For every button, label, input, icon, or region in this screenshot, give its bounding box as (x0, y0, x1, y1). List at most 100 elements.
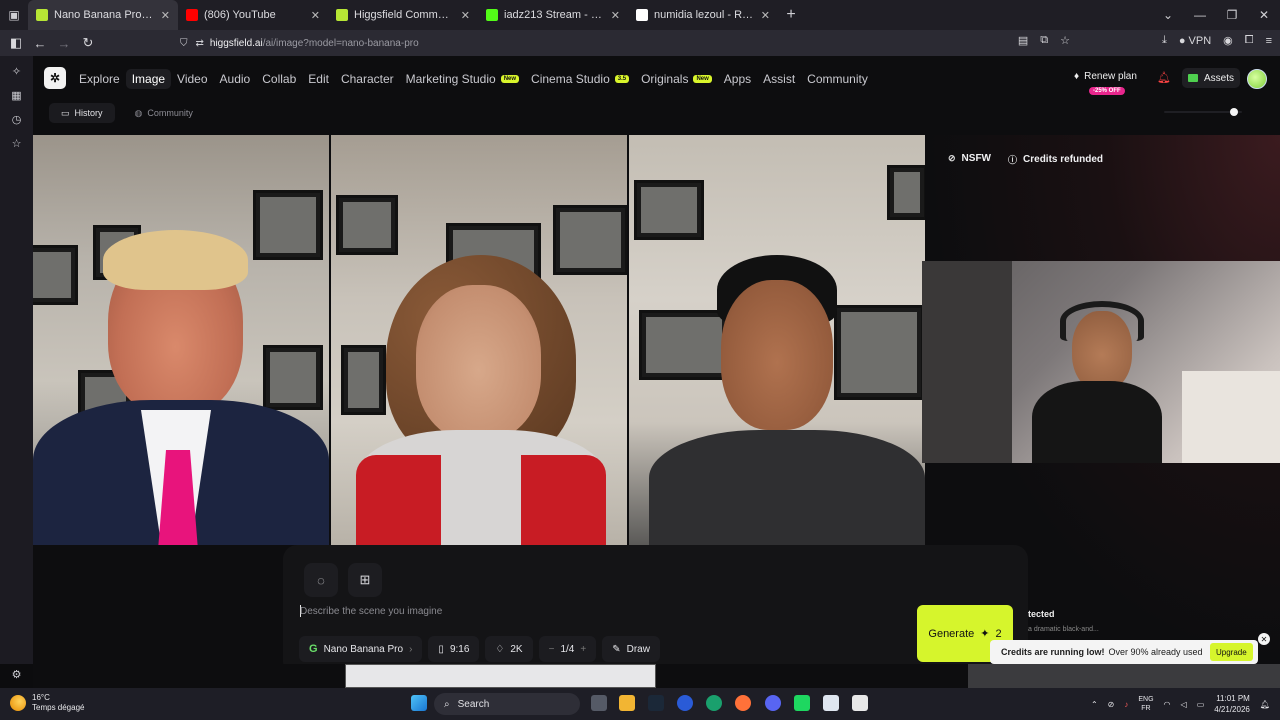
restore-button[interactable]: ❐ (1216, 8, 1248, 22)
nav-explore[interactable]: Explore (73, 69, 126, 89)
higgsfield-logo[interactable]: ✲ (44, 67, 66, 89)
prompt-input[interactable]: Describe the scene you imagine (300, 606, 442, 617)
sidebar-toggle-icon[interactable]: ◧ (4, 35, 28, 51)
generated-image-2[interactable] (331, 135, 627, 545)
nav-character[interactable]: Character (335, 69, 400, 89)
assets-button[interactable]: Assets (1182, 68, 1241, 88)
ai-chat-icon[interactable]: ✧ (0, 59, 33, 83)
discord-icon[interactable] (765, 695, 781, 711)
address-bar[interactable]: ⛉ ⇄ higgsfield.ai/ai/image?model=nano-ba… (180, 34, 419, 52)
xbox-icon[interactable] (706, 695, 722, 711)
taskbar-search[interactable]: ⌕ Search (434, 693, 580, 715)
nav-apps[interactable]: Apps (718, 69, 757, 89)
firefox-icon[interactable] (735, 695, 751, 711)
tab-list-icon[interactable]: ▣ (0, 0, 28, 30)
extensions-icon[interactable]: ⧠ (1245, 34, 1254, 47)
app-icon[interactable] (677, 695, 693, 711)
higgsfield-app: ✲ Explore Image Video Audio Collab Edit Charac… (33, 56, 1280, 664)
new-tab-button[interactable]: + (778, 6, 804, 24)
quality-label: 2K (510, 643, 523, 655)
language-indicator[interactable]: ENG FR (1138, 695, 1153, 713)
favorites-icon[interactable]: ☆ (0, 131, 33, 155)
battery-icon[interactable]: ▭ (1197, 700, 1205, 709)
nav-image[interactable]: Image (125, 69, 172, 89)
wifi-icon[interactable]: ◠ (1164, 700, 1171, 709)
app-icon[interactable] (794, 695, 810, 711)
avatar[interactable] (1247, 69, 1267, 89)
notification-bell-icon[interactable]: 🔔︎ (1157, 71, 1171, 84)
notepad-icon[interactable] (823, 695, 839, 711)
tab-history[interactable]: ▭ History (49, 103, 115, 123)
file-explorer-icon[interactable] (619, 695, 635, 711)
nav-collab[interactable]: Collab (256, 69, 302, 89)
batch-stepper[interactable]: −1/4 + (538, 636, 597, 662)
tab-community[interactable]: ◍ Community (123, 103, 205, 123)
back-button[interactable]: ← (28, 36, 52, 51)
forward-button[interactable]: → (52, 36, 76, 51)
close-window-button[interactable]: ✕ (1248, 8, 1280, 22)
nav-video[interactable]: Video (171, 69, 213, 89)
site-info-icon[interactable]: ⛉ (180, 38, 188, 49)
chevron-up-icon[interactable]: ⌃ (1091, 700, 1098, 709)
network-off-icon[interactable]: ⊘ (1108, 700, 1115, 709)
close-icon[interactable]: ✕ (1258, 633, 1270, 645)
weather-widget[interactable]: 16°C Temps dégagé (10, 693, 84, 713)
close-tab-icon[interactable]: ✕ (161, 9, 170, 22)
download-icon[interactable]: ⤓ (1162, 34, 1167, 47)
settings-gear-icon[interactable]: ⚙ (0, 662, 33, 686)
task-view-icon[interactable] (591, 695, 607, 711)
minus-icon[interactable]: − (549, 644, 555, 655)
generated-image-1[interactable] (33, 135, 329, 545)
zoom-slider[interactable] (1164, 108, 1242, 116)
nav-audio[interactable]: Audio (214, 69, 257, 89)
generated-image-3[interactable] (629, 135, 925, 545)
thumbnail[interactable] (968, 664, 1280, 688)
aspect-ratio-selector[interactable]: ▯ 9:16 (428, 636, 480, 662)
nav-community[interactable]: Community (801, 69, 874, 89)
nav-edit[interactable]: Edit (302, 69, 335, 89)
browser-tab[interactable]: Higgsfield Community: connect ✕ (328, 0, 478, 30)
clock[interactable]: 11:01 PM 4/21/2026 (1214, 693, 1250, 715)
nav-cinema-studio[interactable]: Cinema Studio 3.5 (525, 69, 635, 89)
loading-spinner-icon[interactable]: ◌ (304, 563, 338, 597)
volume-icon[interactable]: ◁ (1181, 700, 1187, 709)
chevron-down-icon[interactable]: ⌄ (1152, 8, 1184, 22)
browser-tab[interactable]: (806) YouTube ✕ (178, 0, 328, 30)
slider-knob[interactable] (1230, 108, 1238, 116)
account-icon[interactable]: ◉ (1223, 34, 1233, 47)
browser-tab[interactable]: iadz213 Stream - Watch Live on ✕ (478, 0, 628, 30)
screenshot-icon[interactable]: ⧉ (1040, 34, 1048, 47)
renew-plan-button[interactable]: ♦ Renew plan (1074, 71, 1137, 82)
history-icon[interactable]: ◷ (0, 107, 33, 131)
model-selector[interactable]: G Nano Banana Pro › (299, 636, 423, 662)
microphone-icon[interactable]: ♪ (1124, 700, 1128, 709)
snipping-tool-icon[interactable] (852, 695, 868, 711)
brush-icon: ✎ (612, 643, 621, 655)
minimize-button[interactable]: — (1184, 8, 1216, 22)
vpn-button[interactable]: ● VPN (1179, 35, 1211, 47)
notification-bell-icon[interactable]: 🔔︎ (1260, 700, 1270, 709)
nav-originals[interactable]: Originals New (635, 69, 718, 89)
nav-marketing-studio[interactable]: Marketing Studio New (400, 69, 525, 89)
menu-icon[interactable]: ≡ (1266, 35, 1272, 47)
reload-button[interactable]: ↻ (76, 35, 100, 51)
draw-button[interactable]: ✎ Draw (602, 636, 660, 662)
close-tab-icon[interactable]: ✕ (461, 9, 470, 22)
nav-assist[interactable]: Assist (757, 69, 801, 89)
browser-tab[interactable]: numidia lezoul - Recherche Goo ✕ (628, 0, 778, 30)
close-tab-icon[interactable]: ✕ (311, 9, 320, 22)
close-tab-icon[interactable]: ✕ (761, 9, 770, 22)
add-image-button[interactable]: ⊞ (348, 563, 382, 597)
steam-icon[interactable] (648, 695, 664, 711)
reader-view-icon[interactable]: ▤ (1018, 34, 1028, 47)
upgrade-button[interactable]: Upgrade (1210, 643, 1253, 661)
quality-selector[interactable]: ♢ 2K (485, 636, 533, 662)
bookmarks-icon[interactable]: ▦ (0, 83, 33, 107)
bookmark-star-icon[interactable]: ☆ (1060, 34, 1070, 47)
close-tab-icon[interactable]: ✕ (611, 9, 620, 22)
thumbnail[interactable] (345, 664, 656, 688)
start-button[interactable] (411, 695, 427, 711)
plus-icon[interactable]: + (580, 644, 586, 655)
windows-taskbar: 16°C Temps dégagé ⌕ Search ⌃ ⊘ ♪ ENG FR ◠ ◁… (0, 688, 1280, 720)
browser-tab[interactable]: Nano Banana Pro on Higgsfield ✕ (28, 0, 178, 30)
